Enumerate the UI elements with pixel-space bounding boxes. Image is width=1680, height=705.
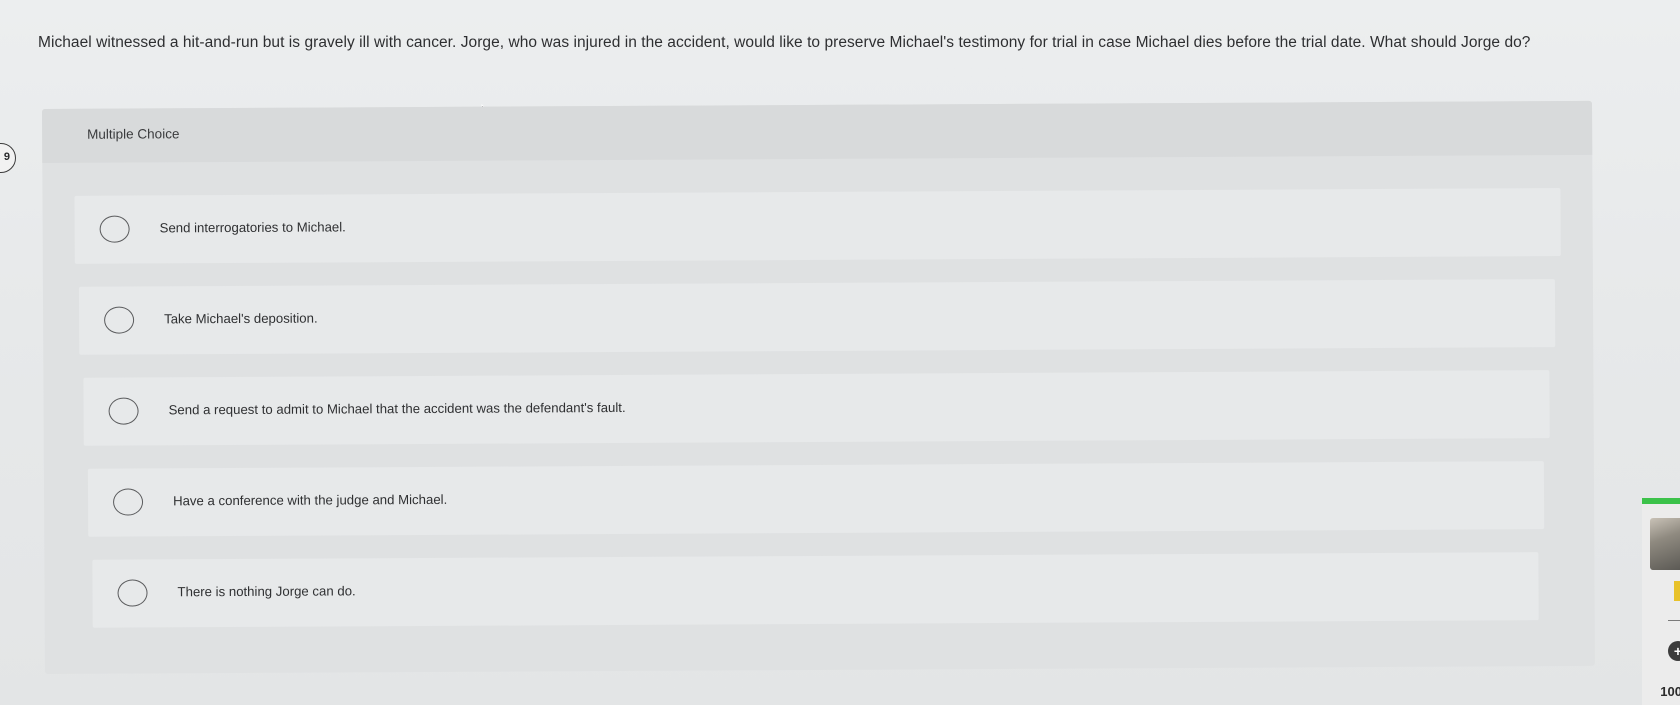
- radio-button[interactable]: [112, 488, 144, 516]
- multiple-choice-panel: Multiple Choice Send interrogatories to …: [42, 100, 1595, 674]
- choice-option-a[interactable]: Send interrogatories to Michael.: [74, 188, 1561, 264]
- choice-label: Have a conference with the judge and Mic…: [173, 491, 448, 509]
- choice-option-e[interactable]: There is nothing Jorge can do.: [92, 552, 1539, 628]
- video-avatar[interactable]: [1650, 518, 1680, 570]
- radio-button[interactable]: [108, 397, 139, 425]
- choice-option-c[interactable]: Send a request to admit to Michael that …: [83, 370, 1550, 446]
- radio-button[interactable]: [104, 306, 135, 334]
- question-number: 9: [3, 151, 10, 163]
- radio-button[interactable]: [99, 215, 130, 243]
- choice-label: There is nothing Jorge can do.: [177, 583, 356, 600]
- multiple-choice-title: Multiple Choice: [87, 126, 180, 142]
- zoom-level: 100: [1660, 684, 1680, 699]
- choice-label: Send a request to admit to Michael that …: [168, 399, 626, 418]
- status-bar: [1642, 498, 1680, 504]
- note-badge-icon[interactable]: [1674, 581, 1680, 601]
- multiple-choice-header: Multiple Choice: [42, 100, 1593, 163]
- radio-button[interactable]: [117, 579, 148, 607]
- side-toolbar: + 100: [1642, 498, 1680, 705]
- choice-label: Take Michael's deposition.: [164, 310, 318, 327]
- choice-option-d[interactable]: Have a conference with the judge and Mic…: [87, 461, 1545, 537]
- choice-label: Send interrogatories to Michael.: [159, 219, 346, 236]
- question-number-badge: 9: [0, 143, 16, 173]
- divider: [1668, 620, 1680, 621]
- plus-circle-icon[interactable]: +: [1668, 641, 1680, 661]
- question-prompt: Michael witnessed a hit-and-run but is g…: [38, 34, 1531, 51]
- choice-option-b[interactable]: Take Michael's deposition.: [78, 279, 1556, 355]
